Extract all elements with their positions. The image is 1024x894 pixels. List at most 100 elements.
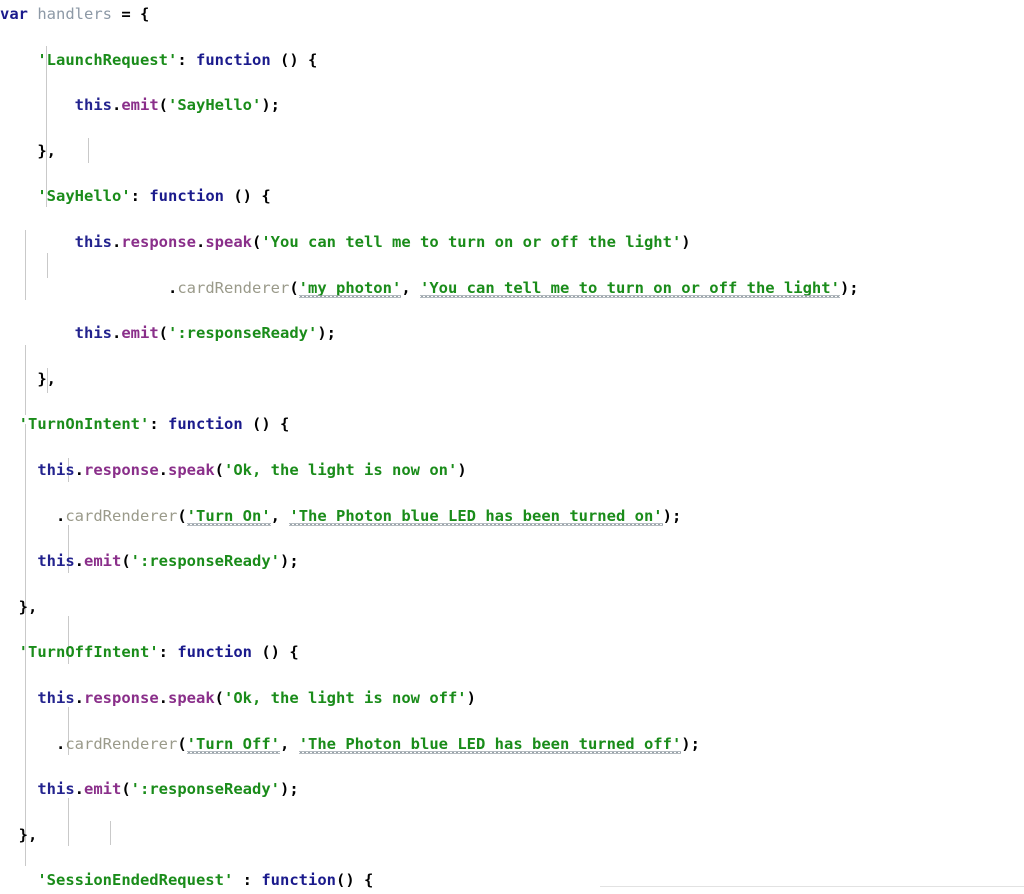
- token-string: 'You can tell me to turn on or off the l…: [261, 232, 682, 251]
- token-string-key: 'LaunchRequest': [37, 50, 178, 69]
- token-comma: ,: [280, 734, 290, 753]
- token-string: 'Ok, the light is now off': [224, 688, 467, 707]
- code-line: .cardRenderer('Turn Off', 'The Photon bl…: [0, 733, 1024, 756]
- token-brace-close: },: [37, 369, 56, 388]
- token-colon: :: [177, 50, 187, 69]
- code-line: this.response.speak('Ok, the light is no…: [0, 459, 1024, 482]
- code-line: var handlers = {: [0, 3, 1024, 26]
- token-paren-close: );: [261, 96, 280, 115]
- token-brace-close: },: [37, 141, 56, 160]
- token-this: this: [37, 780, 75, 799]
- token-paren-open: (: [177, 734, 187, 753]
- token-brace: {: [140, 5, 150, 23]
- code-line: },: [0, 368, 1024, 391]
- token-paren-close: ): [681, 232, 691, 251]
- token-paren-open: (: [214, 688, 225, 707]
- token-parens: (): [335, 871, 355, 890]
- token-string-key: 'TurnOnIntent': [18, 415, 150, 434]
- token-string: 'my photon': [298, 278, 402, 297]
- token-method-speak: speak: [205, 232, 252, 251]
- token-brace-close: },: [18, 825, 38, 844]
- code-line: },: [0, 140, 1024, 163]
- token-string: 'Turn On': [186, 506, 271, 525]
- token-string-key: 'SessionEndedRequest': [37, 871, 234, 890]
- token-this: this: [74, 232, 112, 251]
- token-string: 'Turn Off': [186, 734, 280, 753]
- token-method-cardrenderer: cardRenderer: [65, 506, 178, 525]
- code-content[interactable]: var handlers = { 'LaunchRequest': functi…: [0, 0, 1024, 889]
- code-line: },: [0, 596, 1024, 619]
- token-string: 'The Photon blue LED has been turned on': [289, 506, 663, 525]
- token-dot: .: [74, 460, 84, 479]
- token-string-key: 'TurnOffIntent': [18, 643, 159, 662]
- token-string: ':responseReady': [130, 552, 280, 571]
- token-keyword-function: function: [168, 415, 243, 434]
- token-this: this: [74, 324, 112, 343]
- code-line: 'SessionEndedRequest' : function() {: [0, 869, 1024, 892]
- token-brace: {: [364, 871, 374, 890]
- token-dot: .: [158, 460, 168, 479]
- token-paren-open: (: [158, 324, 168, 343]
- token-paren-open: (: [158, 96, 168, 115]
- token-this: this: [37, 460, 75, 479]
- token-dot: .: [74, 688, 84, 707]
- token-string: 'The Photon blue LED has been turned off…: [298, 734, 682, 753]
- token-paren-close: );: [839, 278, 859, 297]
- token-brace: {: [280, 415, 290, 434]
- token-dot: .: [56, 734, 66, 753]
- token-property-response: response: [121, 232, 196, 251]
- code-line: 'SayHello': function () {: [0, 185, 1024, 208]
- token-colon: :: [130, 187, 140, 206]
- token-paren-open: (: [252, 232, 262, 251]
- token-colon: :: [158, 643, 168, 662]
- token-dot: .: [56, 506, 66, 525]
- code-line: .cardRenderer('my photon', 'You can tell…: [0, 277, 1024, 300]
- token-keyword-function: function: [196, 50, 271, 69]
- token-paren-close: );: [681, 734, 700, 753]
- token-string: 'SayHello': [168, 96, 262, 115]
- token-comma: ,: [401, 278, 411, 297]
- code-line: this.emit(':responseReady');: [0, 322, 1024, 345]
- token-brace: {: [308, 50, 318, 69]
- token-dot: .: [74, 780, 84, 799]
- code-line: this.emit(':responseReady');: [0, 550, 1024, 573]
- token-dot: .: [158, 688, 168, 707]
- token-paren-close: );: [662, 506, 682, 525]
- token-property-response: response: [84, 460, 159, 479]
- token-brace: {: [261, 187, 271, 206]
- token-operator: =: [121, 5, 131, 23]
- token-keyword-function: function: [177, 643, 252, 662]
- token-colon: :: [242, 871, 252, 890]
- token-method-emit: emit: [121, 324, 159, 343]
- token-paren-open: (: [289, 278, 299, 297]
- token-method-emit: emit: [121, 96, 159, 115]
- token-string: ':responseReady': [130, 780, 280, 799]
- token-string: 'Ok, the light is now on': [224, 460, 458, 479]
- token-method-cardrenderer: cardRenderer: [65, 734, 178, 753]
- token-brace-close: },: [18, 597, 38, 616]
- token-property-response: response: [84, 688, 159, 707]
- token-paren-close: ): [457, 460, 467, 479]
- token-dot: .: [111, 232, 122, 251]
- token-dot: .: [74, 552, 84, 571]
- token-comma: ,: [270, 506, 281, 525]
- token-keyword-function: function: [149, 187, 224, 206]
- token-string: 'You can tell me to turn on or off the l…: [420, 278, 840, 297]
- token-method-emit: emit: [84, 780, 122, 799]
- token-this: this: [37, 688, 75, 707]
- token-parens: (): [233, 187, 253, 206]
- token-method-emit: emit: [84, 552, 122, 571]
- token-string: ':responseReady': [168, 324, 318, 343]
- token-keyword-function: function: [261, 871, 336, 890]
- token-method-speak: speak: [168, 688, 215, 707]
- code-line: 'TurnOnIntent': function () {: [0, 413, 1024, 436]
- token-parens: (): [252, 415, 271, 434]
- token-paren-close: );: [317, 324, 336, 343]
- code-line: this.emit(':responseReady');: [0, 778, 1024, 801]
- token-this: this: [74, 96, 112, 115]
- token-string-key: 'SayHello': [37, 187, 131, 206]
- token-paren-open: (: [177, 506, 187, 525]
- token-method-cardrenderer: cardRenderer: [177, 278, 290, 297]
- code-editor-pane[interactable]: var handlers = { 'LaunchRequest': functi…: [0, 0, 1024, 894]
- token-paren-open: (: [121, 780, 131, 799]
